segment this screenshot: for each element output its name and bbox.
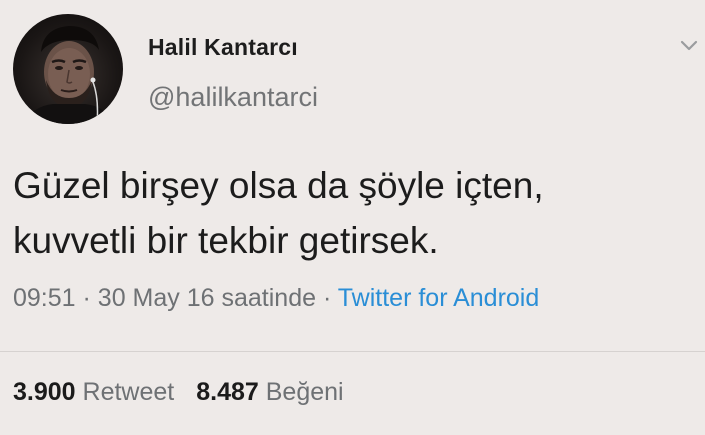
tweet-card: Halil Kantarcı @halilkantarci Güzel birş… — [0, 0, 705, 435]
tweet-text-line: Güzel birşey olsa da şöyle içten, — [13, 165, 544, 206]
tweet-meta: 09:51 · 30 May 16 saatinde · Twitter for… — [13, 284, 539, 313]
tweet-time[interactable]: 09:51 — [13, 284, 76, 312]
retweets-stat[interactable]: 3.900 Retweet — [13, 378, 174, 406]
tweet-text: Güzel birşey olsa da şöyle içten, kuvvet… — [13, 158, 693, 268]
tweet-text-line: kuvvetli bir tekbir getirsek. — [13, 220, 439, 261]
retweets-count: 3.900 — [13, 378, 76, 406]
chevron-down-icon[interactable] — [676, 32, 702, 58]
retweets-label: Retweet — [82, 378, 175, 406]
user-handle[interactable]: @halilkantarci — [148, 82, 318, 113]
tweet-source-link[interactable]: Twitter for Android — [338, 284, 539, 312]
display-name[interactable]: Halil Kantarcı — [148, 34, 298, 61]
meta-separator: · — [82, 284, 91, 312]
meta-separator: · — [322, 284, 332, 312]
likes-stat[interactable]: 8.487 Beğeni — [196, 378, 343, 406]
avatar[interactable] — [13, 14, 123, 124]
tweet-date[interactable]: 30 May 16 saatinde — [98, 284, 316, 312]
likes-count: 8.487 — [196, 378, 259, 406]
tweet-stats: 3.900 Retweet 8.487 Beğeni — [13, 378, 344, 407]
avatar-photo — [23, 26, 115, 124]
likes-label: Beğeni — [265, 378, 344, 406]
divider — [0, 351, 705, 352]
